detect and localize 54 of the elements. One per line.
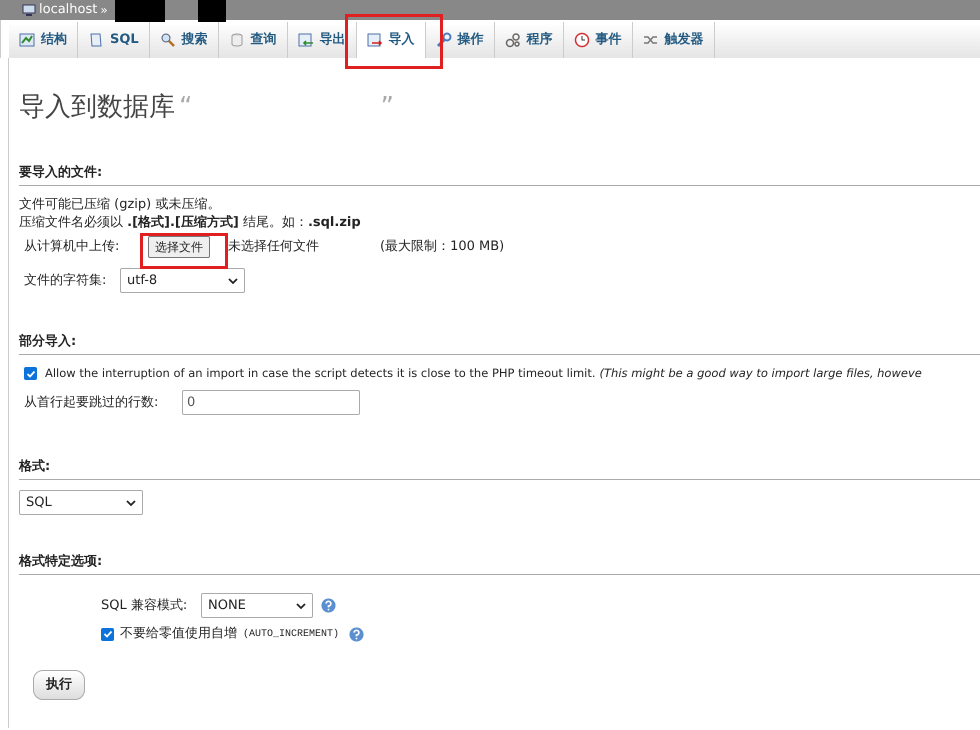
nav-tab[interactable]: 程序: [494, 22, 564, 58]
quote-mark: ”: [380, 91, 394, 124]
field-label: SQL 兼容模式:: [101, 597, 188, 615]
nav-tab[interactable]: 导出: [288, 22, 357, 58]
nav-tab[interactable]: 结构: [9, 22, 78, 58]
section-heading: 格式:: [19, 459, 50, 474]
document-icon: [88, 32, 104, 48]
code-text: (AUTO_INCREMENT): [243, 628, 340, 642]
hint-text: (This might be a good way to import large files, howeve: [600, 365, 922, 382]
checkbox-label: Allow the interruption of an import in case the script detects it is close to the PHP timeout limit.: [45, 365, 596, 382]
checkbox[interactable]: [101, 628, 114, 640]
import-icon: [366, 32, 383, 48]
nav-tab[interactable]: 操作: [426, 22, 495, 58]
field-label: 文件的字符集:: [24, 272, 108, 290]
section-heading: 格式特定选项:: [19, 554, 102, 570]
choose-file-button[interactable]: 选择文件: [148, 236, 210, 258]
charset-select[interactable]: utf-8: [120, 268, 245, 293]
breadcrumb-separator: »: [100, 2, 108, 19]
skip-rows-field[interactable]: 0: [182, 390, 360, 416]
info-text: 压缩文件名必须以 .[格式].[压缩方式] 结尾。如：.sql.zip: [19, 214, 362, 232]
checkbox-label: 不要给零值使用自增: [120, 625, 237, 644]
go-button[interactable]: 执行: [33, 670, 85, 700]
nav-tab[interactable]: 搜索: [150, 22, 219, 58]
max-size-text: (最大限制：100 MB): [380, 238, 504, 256]
chevron-down-icon: [126, 498, 136, 508]
section-heading: 要导入的文件:: [19, 165, 102, 180]
file-status: 未选择任何文件: [228, 238, 320, 256]
field-label: 从首行起要跳过的行数:: [24, 394, 160, 412]
quote-mark: “: [179, 91, 192, 124]
gears-icon: [504, 32, 521, 48]
nav-tab[interactable]: 触发器: [632, 22, 715, 58]
export-icon: [298, 32, 314, 48]
nav-tab[interactable]: 查询: [218, 22, 288, 58]
nav-tab[interactable]: 事件: [564, 22, 633, 58]
wrench-icon: [436, 32, 452, 48]
format-select[interactable]: SQL: [19, 490, 143, 516]
info-text: 文件可能已压缩 (gzip) 或未压缩。: [19, 196, 222, 214]
compat-mode-select[interactable]: NONE: [201, 593, 313, 618]
server-icon: [22, 4, 36, 16]
checkbox[interactable]: [24, 367, 37, 380]
field-label: 从计算机中上传:: [24, 238, 120, 256]
table-structure-icon: [19, 32, 35, 48]
chevron-down-icon: [228, 276, 238, 286]
help-icon[interactable]: [349, 626, 364, 642]
database-icon: [228, 32, 245, 48]
nav-tab[interactable]: 导入: [356, 22, 426, 58]
page-title: 导入到数据库: [19, 91, 175, 124]
search-icon: [160, 32, 176, 48]
nav-tab[interactable]: SQL: [78, 22, 150, 58]
breadcrumb-link[interactable]: localhost: [39, 0, 98, 20]
chevron-down-icon: [296, 600, 306, 611]
help-icon[interactable]: [321, 598, 336, 614]
section-heading: 部分导入:: [19, 334, 76, 349]
clock-icon: [574, 32, 590, 48]
